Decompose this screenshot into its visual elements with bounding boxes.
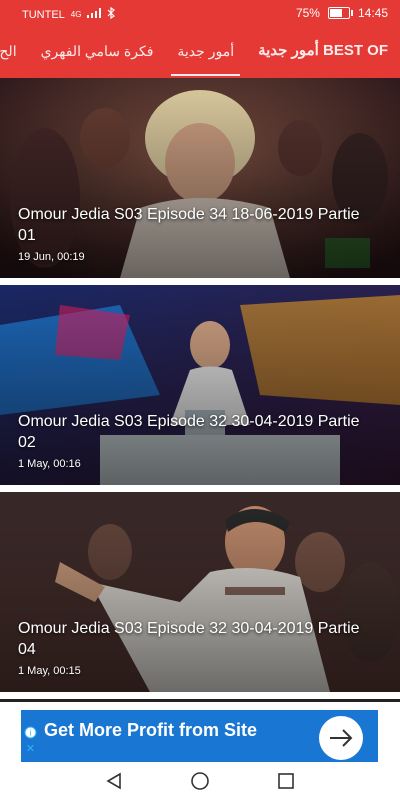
video-list[interactable]: Omour Jedia S03 Episode 34 18-06-2019 Pa…	[0, 78, 400, 702]
video-title: Omour Jedia S03 Episode 34 18-06-2019 Pa…	[18, 206, 360, 244]
battery-percent: 75%	[295, 6, 320, 20]
back-triangle-icon	[106, 772, 121, 790]
video-card[interactable]: Omour Jedia S03 Episode 32 30-04-2019 Pa…	[0, 492, 400, 692]
back-button[interactable]	[102, 769, 126, 793]
video-date: 1 May, 00:15	[18, 665, 81, 677]
recents-square-icon	[278, 773, 294, 789]
recents-button[interactable]	[274, 769, 298, 793]
ad-text: Get More Profit from Site	[44, 720, 258, 740]
bluetooth-icon	[107, 6, 116, 22]
home-circle-icon	[191, 772, 209, 790]
home-button[interactable]	[188, 769, 212, 793]
status-bar: TUNTEL 4G 75% 14:45	[0, 0, 400, 26]
system-nav-bar	[0, 762, 400, 800]
video-title: Omour Jedia S03 Episode 32 30-04-2019 Pa…	[18, 413, 360, 451]
network-label: 4G	[70, 10, 82, 19]
ad-banner[interactable]: i ✕ Get More Profit from Site	[0, 706, 400, 762]
video-title: Omour Jedia S03 Episode 32 30-04-2019 Pa…	[18, 620, 360, 658]
video-card[interactable]: Omour Jedia S03 Episode 32 30-04-2019 Pa…	[0, 285, 400, 485]
ad-info-icon[interactable]: i ✕	[24, 726, 37, 758]
battery-icon	[327, 7, 353, 19]
tab-bar: أمور جدية BEST OF أمور جدية فكرة سامي الفه…	[0, 26, 400, 78]
video-card[interactable]	[0, 699, 400, 702]
arrow-right-icon	[330, 729, 353, 747]
tab-3[interactable]: (الح	[0, 26, 29, 78]
signal-icon	[87, 8, 102, 21]
video-date: 19 Jun, 00:19	[18, 251, 85, 263]
clock: 14:45	[357, 6, 388, 20]
ad-arrow-button[interactable]	[319, 716, 363, 760]
svg-text:i: i	[30, 729, 32, 738]
carrier-label: TUNTEL	[22, 8, 65, 21]
tab-2[interactable]: فكرة سامي الفهري	[29, 26, 166, 78]
tab-1[interactable]: أمور جدية	[165, 26, 246, 78]
tab-0[interactable]: أمور جدية BEST OF	[246, 26, 400, 78]
video-date: 1 May, 00:16	[18, 458, 81, 470]
video-card[interactable]: Omour Jedia S03 Episode 34 18-06-2019 Pa…	[0, 78, 400, 278]
svg-text:✕: ✕	[26, 743, 35, 755]
